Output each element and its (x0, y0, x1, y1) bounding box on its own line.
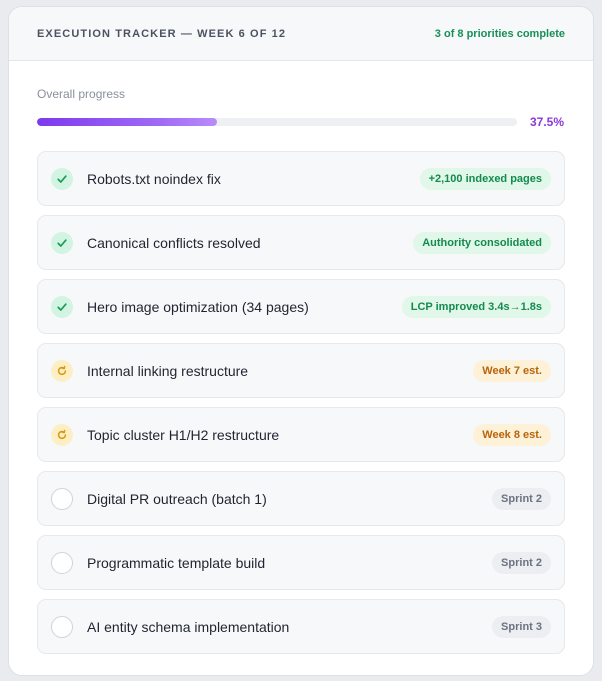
priority-item[interactable]: Digital PR outreach (batch 1) Sprint 2 (37, 471, 565, 526)
priority-label: AI entity schema implementation (87, 618, 290, 635)
completion-status: 3 of 8 priorities complete (434, 27, 565, 40)
priority-label: Internal linking restructure (87, 362, 249, 379)
empty-circle-icon (51, 551, 73, 574)
progress-bar (37, 118, 517, 126)
priority-badge: Authority consolidated (413, 231, 551, 254)
progress-row: 37.5% (37, 115, 565, 129)
priority-badge: Week 7 est. (473, 359, 551, 382)
priority-badge: +2,100 indexed pages (419, 167, 551, 190)
priority-item[interactable]: Hero image optimization (34 pages) LCP i… (37, 279, 565, 334)
priority-badge: Sprint 3 (492, 615, 551, 638)
priority-list: Robots.txt noindex fix +2,100 indexed pa… (9, 129, 593, 654)
priority-label: Robots.txt noindex fix (87, 170, 221, 187)
empty-circle-icon (51, 487, 73, 510)
priority-badge: Sprint 2 (492, 487, 551, 510)
priority-label: Digital PR outreach (batch 1) (87, 490, 267, 507)
priority-label: Programmatic template build (87, 554, 266, 571)
tracker-title: EXECUTION TRACKER — WEEK 6 OF 12 (37, 27, 287, 40)
priority-item[interactable]: Internal linking restructure Week 7 est. (37, 343, 565, 398)
check-icon (51, 231, 73, 254)
progress-label: Overall progress (37, 87, 126, 101)
priority-badge: Week 8 est. (473, 423, 551, 446)
priority-item[interactable]: Topic cluster H1/H2 restructure Week 8 e… (37, 407, 565, 462)
execution-tracker-card: EXECUTION TRACKER — WEEK 6 OF 12 3 of 8 … (8, 6, 594, 676)
progress-bar-fill (37, 118, 217, 126)
check-icon (51, 295, 73, 318)
priority-item[interactable]: Canonical conflicts resolved Authority c… (37, 215, 565, 270)
priority-item[interactable]: AI entity schema implementation Sprint 3 (37, 599, 565, 654)
priority-label: Canonical conflicts resolved (87, 234, 261, 251)
empty-circle-icon (51, 615, 73, 638)
tracker-header: EXECUTION TRACKER — WEEK 6 OF 12 3 of 8 … (9, 7, 593, 61)
progress-percent: 37.5% (530, 115, 565, 129)
priority-item[interactable]: Robots.txt noindex fix +2,100 indexed pa… (37, 151, 565, 206)
refresh-icon (51, 359, 73, 382)
priority-item[interactable]: Programmatic template build Sprint 2 (37, 535, 565, 590)
priority-badge: Sprint 2 (492, 551, 551, 574)
check-icon (51, 167, 73, 190)
overall-progress-section: Overall progress 37.5% (9, 61, 593, 129)
refresh-icon (51, 423, 73, 446)
priority-label: Topic cluster H1/H2 restructure (87, 426, 280, 443)
priority-badge: LCP improved 3.4s→1.8s (401, 295, 551, 318)
priority-label: Hero image optimization (34 pages) (87, 298, 309, 315)
